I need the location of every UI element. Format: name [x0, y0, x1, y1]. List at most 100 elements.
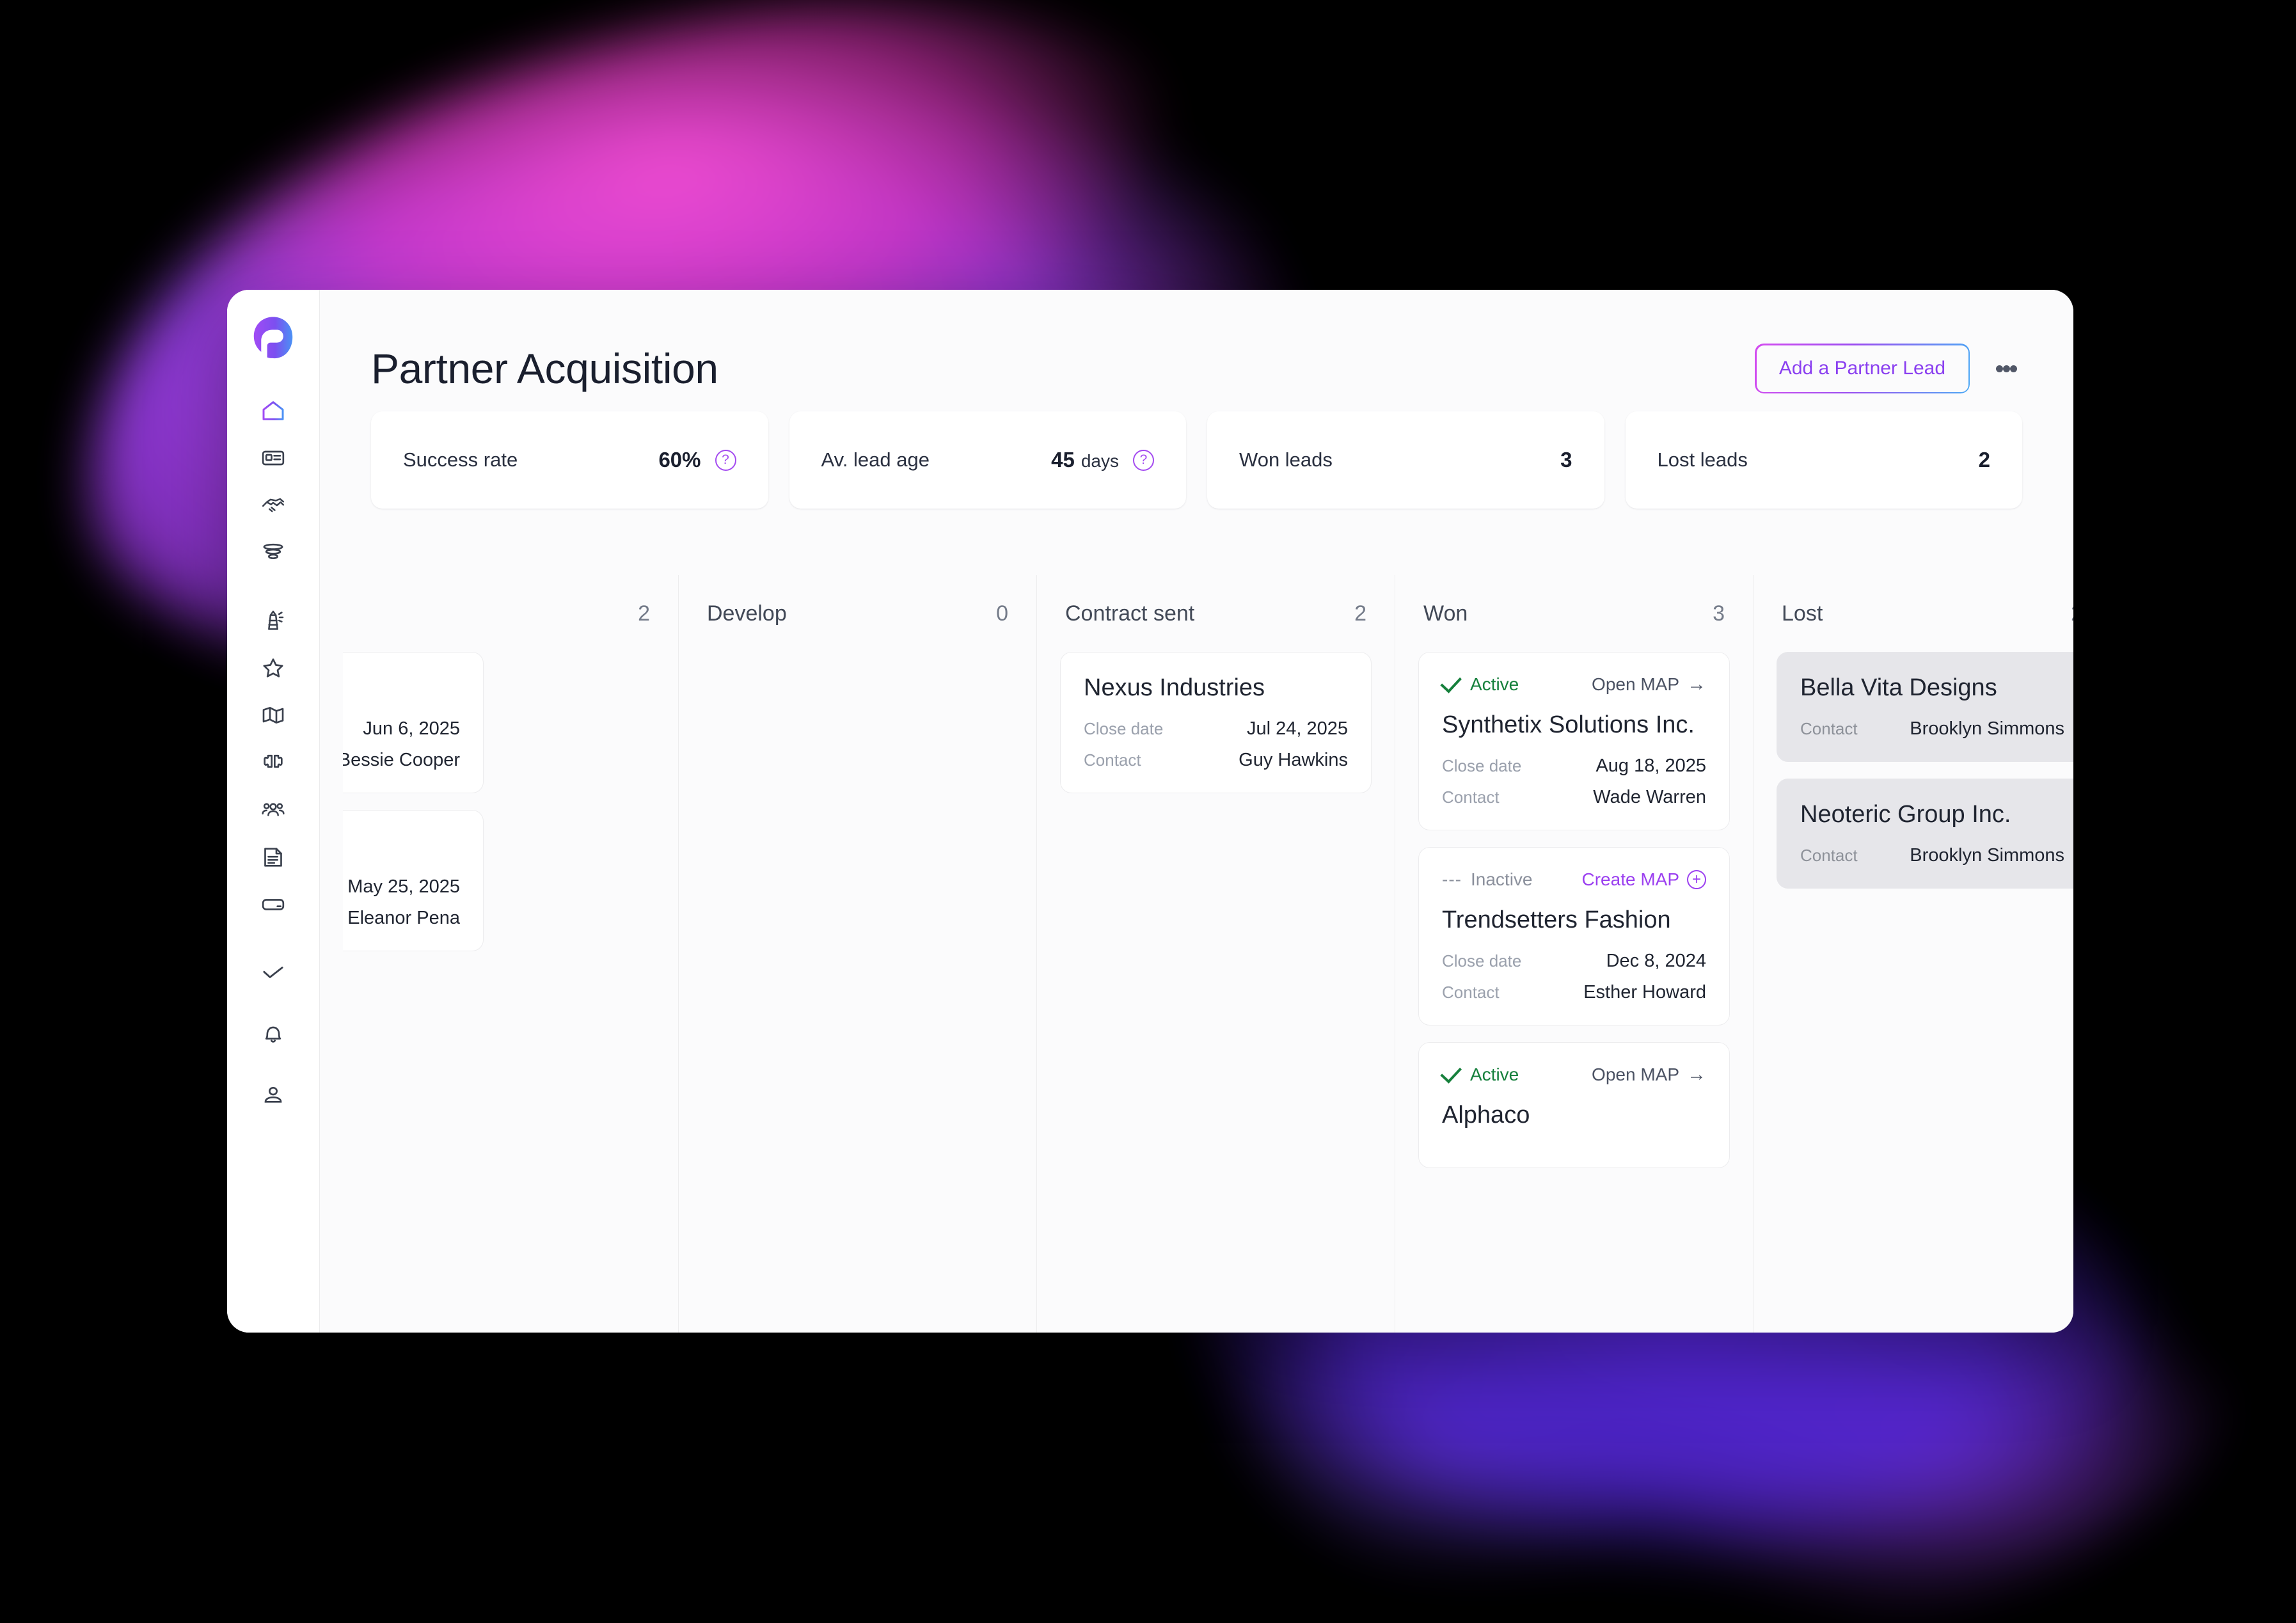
sidebar-item-partners[interactable] [253, 486, 293, 525]
stat-value-group: 45 days? [1051, 448, 1154, 472]
kebab-dot [1995, 365, 2003, 372]
sidebar-item-profile[interactable] [253, 1075, 293, 1115]
sidebar-item-news[interactable] [253, 438, 293, 478]
lead-company-name: Bella Vita Designs [1800, 674, 1997, 701]
status-label: Active [1470, 1065, 1519, 1084]
lead-card[interactable]: Nexus Industries Close date Jul 24, 2025 Co… [1060, 652, 1372, 793]
contact-value: Brooklyn Simmons [1910, 718, 2064, 739]
stat-value-group: 3 [1560, 448, 1572, 472]
stat-unit: days [1081, 451, 1119, 471]
add-partner-lead-button[interactable]: Add a Partner Lead [1754, 344, 1970, 393]
column-header: Lost 2 [1777, 575, 2073, 652]
more-options-button[interactable] [1984, 346, 2029, 391]
board-column: Contract sent 2 Nexus Industries Close date… [1036, 575, 1395, 1333]
stat-label: Av. lead age [821, 448, 930, 471]
app-logo[interactable] [250, 314, 296, 360]
column-count: 3 [1713, 601, 1725, 626]
lead-card[interactable]: Close dateJun 6, 2025 ContactBessie Coope… [343, 652, 484, 793]
column-header: Develop 0 [702, 575, 1013, 652]
column-title: Won [1423, 601, 1468, 626]
kebab-dot [2002, 365, 2010, 372]
page-header: Partner Acquisition Add a Partner Lead [320, 290, 2073, 411]
stats-row: Success rate 60%? Av. lead age 45 days? Won l… [320, 411, 2073, 539]
close-date-row: Close date Aug 18, 2025 [1442, 756, 1706, 777]
column-count: 0 [996, 601, 1008, 626]
stat-card: Av. lead age 45 days? [789, 411, 1186, 509]
status-label: Active [1470, 674, 1519, 694]
create-map-link[interactable]: Create MAP + [1582, 869, 1706, 890]
contact-label: Contact [1084, 750, 1141, 770]
sidebar-item-integrations[interactable] [253, 743, 293, 782]
lead-card[interactable]: Active Open MAP → Synthetix Solutions Inc. C… [1418, 652, 1730, 830]
contact-label: Contact [1800, 846, 1858, 865]
sidebar-item-people[interactable] [253, 790, 293, 830]
column-cards: Close dateJun 6, 2025 ContactBessie Coope… [343, 652, 655, 958]
check-icon [1440, 1061, 1462, 1084]
close-date-value: Dec 8, 2024 [1606, 951, 1706, 971]
open-map-link[interactable]: Open MAP → [1592, 1065, 1706, 1085]
column-cards: Nexus Industries Close date Jul 24, 2025 Co… [1060, 652, 1372, 800]
close-date-label: Close date [1442, 756, 1522, 775]
close-date-value: Aug 18, 2025 [1595, 756, 1706, 776]
board-column: Won 3 Active Open MAP → Synthetix Solutions I… [1395, 575, 1753, 1333]
sidebar-item-filter[interactable] [253, 533, 293, 573]
sidebar-item-billing[interactable] [253, 885, 293, 924]
column-cards: Active Open MAP → Synthetix Solutions Inc. C… [1418, 652, 1730, 1175]
stat-value-group: 2 [1979, 448, 1990, 472]
stat-label: Won leads [1239, 448, 1333, 471]
help-icon[interactable]: ? [1133, 449, 1154, 471]
board-column: 2 Close dateJun 6, 2025 ContactBessie Coo… [320, 575, 678, 1333]
plus-circle-icon: + [1687, 870, 1706, 889]
contact-row: ContactEleanor Pena [343, 908, 460, 929]
lead-card[interactable]: Group Inc. Close dateMay 25, 2025 ContactE… [343, 810, 484, 951]
screenshot-stage: Partner Acquisition Add a Partner Lead S… [0, 0, 2296, 1623]
dashes-icon: --- [1442, 869, 1462, 889]
contact-label: Contact [1800, 719, 1858, 738]
contact-row: Contact Guy Hawkins [1084, 750, 1348, 771]
kanban-board: 2 Close dateJun 6, 2025ContactBessie Coo… [320, 575, 2073, 1333]
lead-card[interactable]: Neoteric Group Inc. Contact Brooklyn Simmo… [1777, 779, 2073, 889]
lead-company-name: Trendsetters Fashion [1442, 907, 1671, 933]
lead-card[interactable]: Active Open MAP → Alphaco [1418, 1042, 1730, 1168]
sidebar-item-favorites[interactable] [253, 648, 293, 688]
stat-card: Success rate 60%? [371, 411, 768, 509]
sidebar [227, 290, 320, 1333]
board-column: Lost 2 Bella Vita Designs Contact Brooklyn S… [1753, 575, 2073, 1333]
contact-row: Contact Esther Howard [1442, 982, 1706, 1003]
lead-company-name: Group Inc. [343, 832, 460, 860]
map-link-label: Open MAP [1592, 674, 1679, 694]
sidebar-item-map[interactable] [253, 695, 293, 735]
contact-row: Contact Brooklyn Simmons [1800, 718, 2064, 740]
contact-value: Eleanor Pena [347, 908, 460, 928]
sidebar-item-home[interactable] [253, 391, 293, 431]
sidebar-item-documents[interactable] [253, 837, 293, 877]
sidebar-item-notifications[interactable] [253, 1014, 293, 1054]
sidebar-item-tasks[interactable] [253, 953, 293, 992]
lead-card[interactable]: Bella Vita Designs Contact Brooklyn Simmon… [1777, 652, 2073, 762]
contact-value: Wade Warren [1593, 787, 1706, 807]
page-title: Partner Acquisition [371, 345, 718, 392]
open-map-link[interactable]: Open MAP → [1592, 674, 1706, 695]
stat-card: Won leads 3 [1207, 411, 1604, 509]
contact-value: Guy Hawkins [1239, 750, 1348, 770]
lead-company-name: Alphaco [1442, 1102, 1530, 1128]
close-date-label: Close date [1084, 719, 1164, 738]
lead-company-name [343, 674, 460, 702]
card-top-row: Active Open MAP → [1440, 1061, 1706, 1085]
column-title: Develop [707, 601, 787, 626]
help-icon[interactable]: ? [715, 449, 736, 471]
lead-card[interactable]: --- Inactive Create MAP + Trendsetters Fashi… [1418, 847, 1730, 1025]
column-title: Lost [1782, 601, 1823, 626]
status-label: Inactive [1470, 869, 1533, 889]
contact-value: Esther Howard [1583, 982, 1706, 1002]
sidebar-item-lighthouse[interactable] [253, 601, 293, 640]
column-header: Won 3 [1418, 575, 1730, 652]
stat-label: Lost leads [1657, 448, 1748, 471]
board-column: Develop 0 [678, 575, 1036, 1333]
card-top-row: Active Open MAP → [1440, 671, 1706, 695]
contact-row: Contact Wade Warren [1442, 787, 1706, 808]
lead-company-name: Nexus Industries [1084, 674, 1265, 701]
arrow-right-icon: → [1687, 1064, 1706, 1085]
card-top-row: --- Inactive Create MAP + [1442, 869, 1706, 890]
column-cards: Bella Vita Designs Contact Brooklyn Simmon… [1777, 652, 2073, 895]
